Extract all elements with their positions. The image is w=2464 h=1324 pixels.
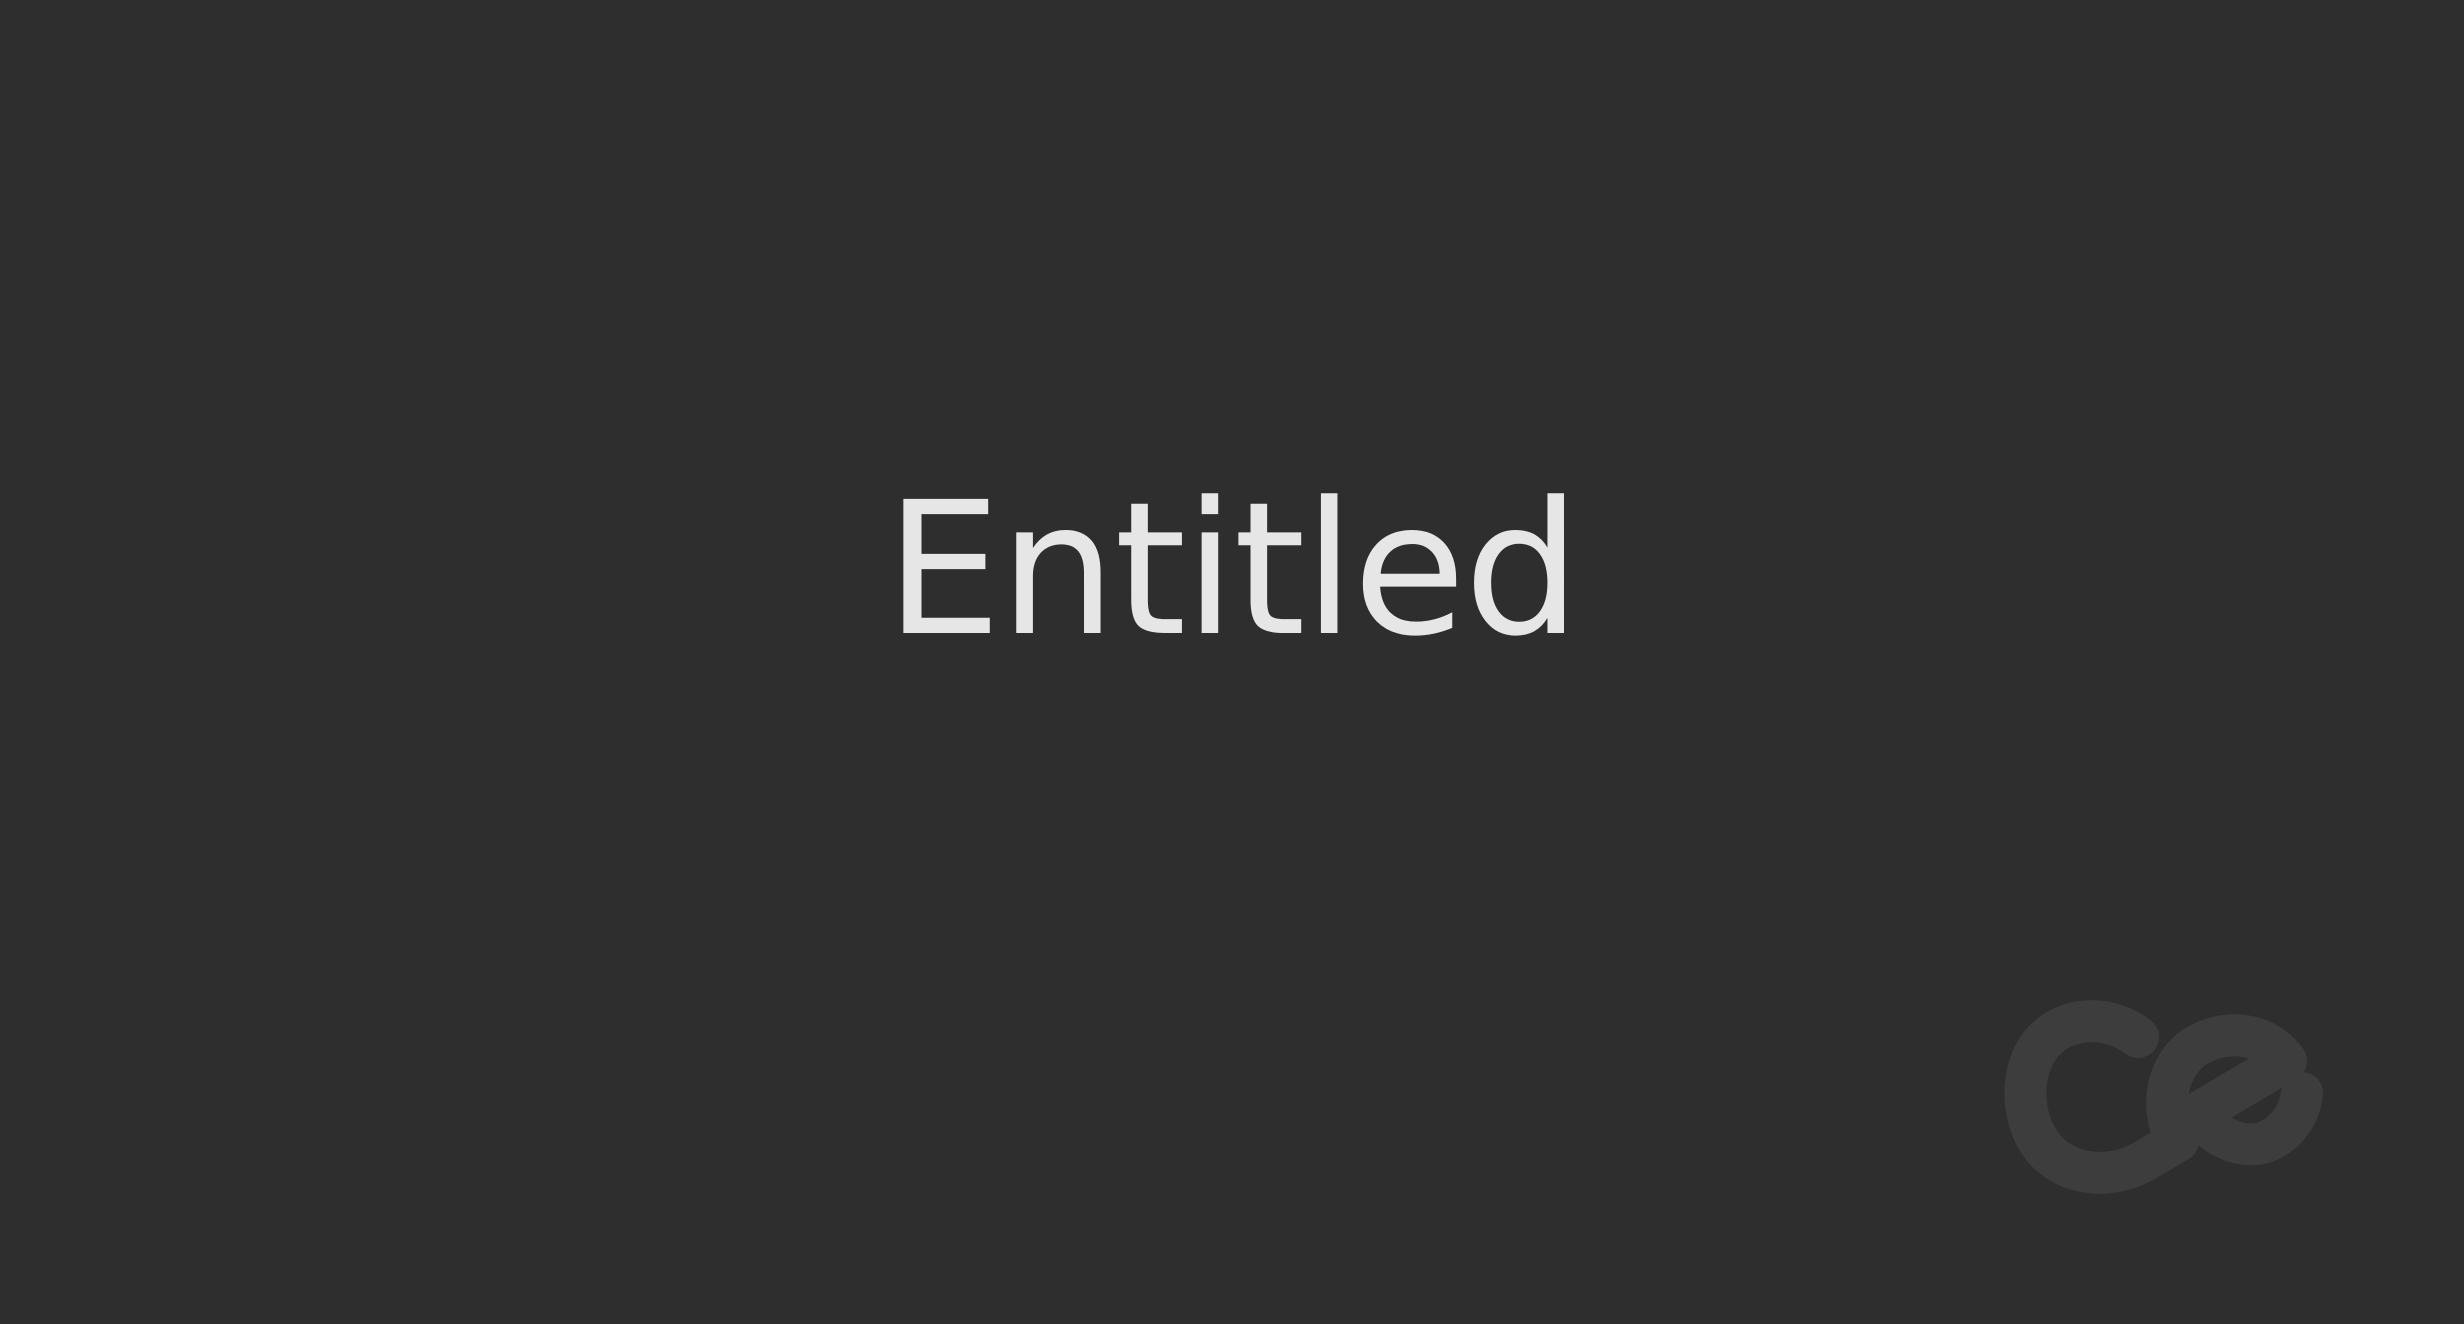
splash-screen: Entitled xyxy=(0,0,2464,1324)
ce-logo-icon xyxy=(2004,1000,2323,1194)
app-title: Entitled xyxy=(885,463,1580,677)
